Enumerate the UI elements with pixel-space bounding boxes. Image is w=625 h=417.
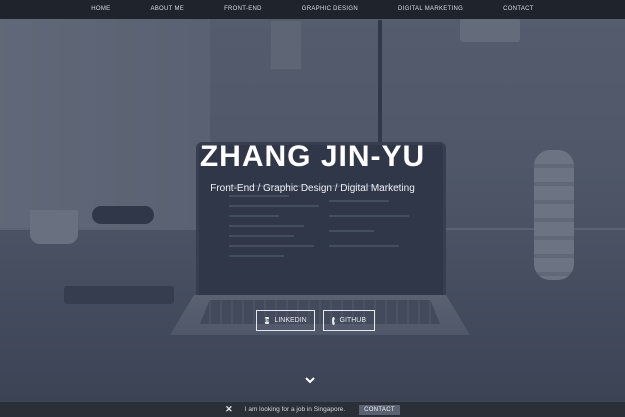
page: HOME ABOUT ME FRONT-END GRAPHIC DESIGN D… — [0, 0, 625, 417]
hero-subtitle: Front-End / Graphic Design / Digital Mar… — [210, 183, 415, 194]
nav-item-contact[interactable]: CONTACT — [483, 0, 554, 19]
linkedin-label: LINKEDIN — [274, 317, 307, 324]
github-label: GITHUB — [339, 317, 366, 324]
notice-contact-button[interactable]: CONTACT — [359, 404, 400, 415]
linkedin-icon: in — [265, 317, 270, 324]
nav-item-digital-marketing[interactable]: DIGITAL MARKETING — [378, 0, 483, 19]
nav-item-home[interactable]: HOME — [71, 0, 130, 19]
nav-item-about-me[interactable]: ABOUT ME — [130, 0, 204, 19]
notice-message: I am looking for a job in Singapore. — [244, 406, 346, 413]
top-nav: HOME ABOUT ME FRONT-END GRAPHIC DESIGN D… — [0, 0, 625, 19]
hero-overlay — [0, 0, 625, 417]
github-button[interactable]: GITHUB — [323, 310, 375, 331]
nav-item-graphic-design[interactable]: GRAPHIC DESIGN — [282, 0, 378, 19]
hero-title: ZHANG JIN-YU — [199, 140, 426, 173]
social-links: in LINKEDIN GITHUB — [0, 310, 625, 331]
hero: ZHANG JIN-YU Front-End / Graphic Design … — [0, 140, 625, 194]
close-icon[interactable]: ✕ — [225, 402, 233, 417]
github-icon — [332, 316, 338, 325]
nav-item-front-end[interactable]: FRONT-END — [204, 0, 282, 19]
linkedin-button[interactable]: in LINKEDIN — [256, 310, 315, 331]
job-notice-bar: ✕ I am looking for a job in Singapore. C… — [0, 402, 625, 417]
chevron-down-icon[interactable] — [305, 376, 315, 384]
